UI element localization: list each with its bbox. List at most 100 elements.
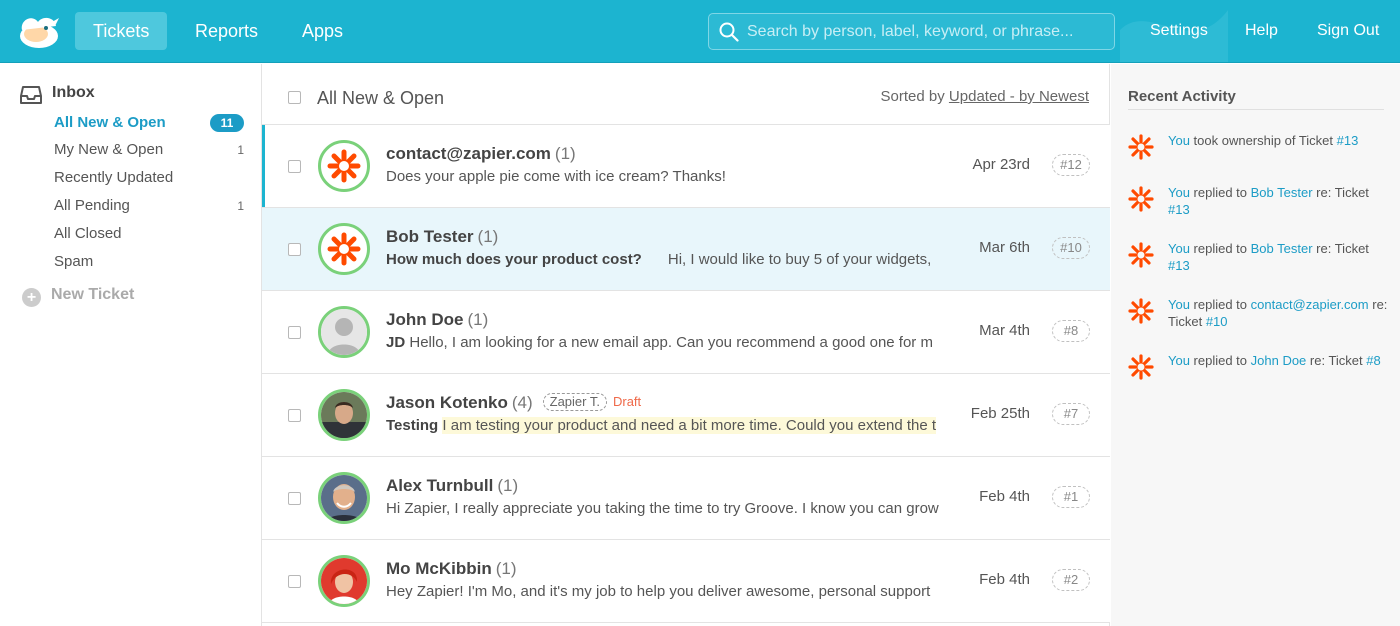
activity-actor-link[interactable]: You — [1168, 241, 1190, 256]
sidebar-item-label: Spam — [54, 253, 94, 270]
user-photo-avatar — [321, 558, 367, 604]
inbox-tray-icon — [20, 86, 42, 104]
ticket-date: Feb 25th — [970, 405, 1030, 422]
activity-actor-link[interactable]: You — [1168, 297, 1190, 312]
settings-link[interactable]: Settings — [1150, 12, 1208, 50]
list-title: All New & Open — [317, 88, 445, 108]
ticket-date: Feb 4th — [979, 571, 1030, 588]
row-checkbox[interactable] — [288, 492, 301, 505]
draft-label: Draft — [612, 394, 642, 409]
activity-actor-link[interactable]: You — [1168, 353, 1190, 368]
ticket-date: Feb 4th — [979, 488, 1030, 505]
nav-tab-apps[interactable]: Apps — [284, 12, 361, 50]
activity-link[interactable]: #13 — [1337, 133, 1359, 148]
ticket-row[interactable]: John Doe (1) JD Hello, I am looking for a… — [262, 291, 1110, 374]
message-count: (1) — [467, 310, 489, 329]
activity-ticket-link[interactable]: #8 — [1366, 353, 1380, 368]
nav-tab-tickets[interactable]: Tickets — [75, 12, 168, 50]
search-input[interactable] — [747, 20, 1107, 44]
sidebar-item-label: My New & Open — [54, 141, 164, 158]
ticket-row[interactable]: Bob Tester (1) How much does your product… — [262, 208, 1110, 291]
groove-bird-logo-icon[interactable] — [18, 12, 60, 50]
sidebar-item-all-closed[interactable]: All Closed — [54, 223, 244, 245]
new-ticket-button[interactable]: + New Ticket — [22, 284, 134, 307]
activity-verb: replied to — [1189, 185, 1251, 200]
activity-actor-link[interactable]: You — [1168, 185, 1190, 200]
activity-text: You replied to John Doe re: Ticket #8 — [1168, 352, 1388, 369]
zapier-icon — [1128, 134, 1154, 160]
snippet-text: Hi, I would like to buy 5 of your widget… — [667, 251, 932, 268]
ticket-sender: Mo McKibbin (1) — [386, 559, 517, 579]
help-link[interactable]: Help — [1245, 12, 1278, 50]
sidebar-item-all-new-open[interactable]: All New & Open 11 — [54, 112, 244, 134]
user-photo-avatar — [321, 392, 367, 438]
sender-name: contact@zapier.com — [386, 144, 551, 163]
row-checkbox[interactable] — [288, 409, 301, 422]
ticket-snippet: Hey Zapier! I'm Mo, and it's my job to h… — [386, 583, 948, 603]
sidebar-item-spam[interactable]: Spam — [54, 251, 244, 273]
zapier-icon — [1128, 354, 1154, 380]
ticket-snippet: Hi Zapier, I really appreciate you takin… — [386, 500, 948, 520]
activity-link[interactable]: John Doe — [1251, 353, 1307, 368]
sidebar: Inbox All New & Open 11 My New & Open 1 … — [0, 64, 262, 626]
zapier-icon — [1128, 186, 1154, 212]
sidebar-item-label: Recently Updated — [54, 169, 174, 186]
sort-order-link[interactable]: Updated - by Newest — [949, 88, 1089, 105]
ticket-list-pane: All New & Open Sorted by Updated - by Ne… — [262, 64, 1110, 626]
ticket-sender: Bob Tester (1) — [386, 227, 498, 247]
recent-activity-title: Recent Activity — [1128, 88, 1384, 110]
snippet-text: Hi Zapier, I really appreciate you takin… — [386, 500, 939, 517]
row-checkbox[interactable] — [288, 575, 301, 588]
sort-control: Sorted by Updated - by Newest — [881, 88, 1089, 105]
message-count: (4) — [511, 393, 533, 412]
sign-out-link[interactable]: Sign Out — [1317, 12, 1379, 50]
ticket-sender: Jason Kotenko (4) Zapier T. Draft — [386, 393, 641, 413]
select-all-checkbox[interactable] — [288, 91, 301, 104]
ticket-subject: How much does your product cost? — [386, 251, 642, 268]
ticket-number: #7 — [1052, 403, 1090, 425]
activity-text: You replied to Bob Tester re: Ticket #13 — [1168, 184, 1388, 218]
ticket-row[interactable]: Mo McKibbin (1) Hey Zapier! I'm Mo, and i… — [262, 540, 1110, 623]
row-checkbox[interactable] — [288, 243, 301, 256]
ticket-row[interactable]: Jason Kotenko (4) Zapier T. Draft Testing I… — [262, 374, 1110, 457]
zapier-icon — [327, 232, 361, 266]
activity-verb: replied to — [1189, 241, 1251, 256]
sorted-by-label: Sorted by — [880, 88, 945, 105]
sidebar-item-my-new-open[interactable]: My New & Open 1 — [54, 139, 244, 161]
search-icon — [719, 22, 739, 42]
row-checkbox[interactable] — [288, 160, 301, 173]
ticket-row[interactable]: Alex Turnbull (1) Hi Zapier, I really app… — [262, 457, 1110, 540]
sidebar-item-recently-updated[interactable]: Recently Updated — [54, 167, 244, 189]
activity-ticket-link[interactable]: #13 — [1168, 258, 1190, 273]
activity-actor-link[interactable]: You — [1168, 133, 1190, 148]
sender-name: Bob Tester — [386, 227, 474, 246]
activity-link[interactable]: Bob Tester — [1251, 241, 1313, 256]
sidebar-item-label: All New & Open — [54, 114, 166, 131]
ticket-subject: Testing — [386, 417, 439, 434]
nav-tab-reports[interactable]: Reports — [177, 12, 276, 50]
default-user-icon — [321, 309, 367, 355]
assignee-tag[interactable]: Zapier T. — [542, 393, 607, 411]
item-count: 1 — [237, 143, 244, 157]
activity-link[interactable]: Bob Tester — [1251, 185, 1313, 200]
ticket-sender: John Doe (1) — [386, 310, 488, 330]
message-count: (1) — [477, 227, 499, 246]
activity-verb: re: Ticket — [1312, 185, 1369, 200]
ticket-row[interactable]: contact@zapier.com (1) Does your apple pi… — [262, 125, 1110, 208]
activity-link[interactable]: contact@zapier.com — [1251, 297, 1369, 312]
activity-verb: re: Ticket — [1312, 241, 1369, 256]
top-navigation-bar: Tickets Reports Apps Settings Help Sign … — [0, 0, 1400, 63]
row-checkbox[interactable] — [288, 326, 301, 339]
ticket-sender: Alex Turnbull (1) — [386, 476, 518, 496]
user-photo-avatar — [321, 475, 367, 521]
ticket-number: #2 — [1052, 569, 1090, 591]
avatar — [318, 472, 370, 524]
sender-name: Mo McKibbin — [386, 559, 492, 578]
item-count: 1 — [237, 199, 244, 213]
activity-ticket-link[interactable]: #10 — [1206, 314, 1228, 329]
activity-verb: replied to — [1189, 353, 1251, 368]
activity-ticket-link[interactable]: #13 — [1168, 202, 1190, 217]
avatar — [318, 306, 370, 358]
sidebar-item-all-pending[interactable]: All Pending 1 — [54, 195, 244, 217]
ticket-date: Mar 6th — [979, 239, 1030, 256]
